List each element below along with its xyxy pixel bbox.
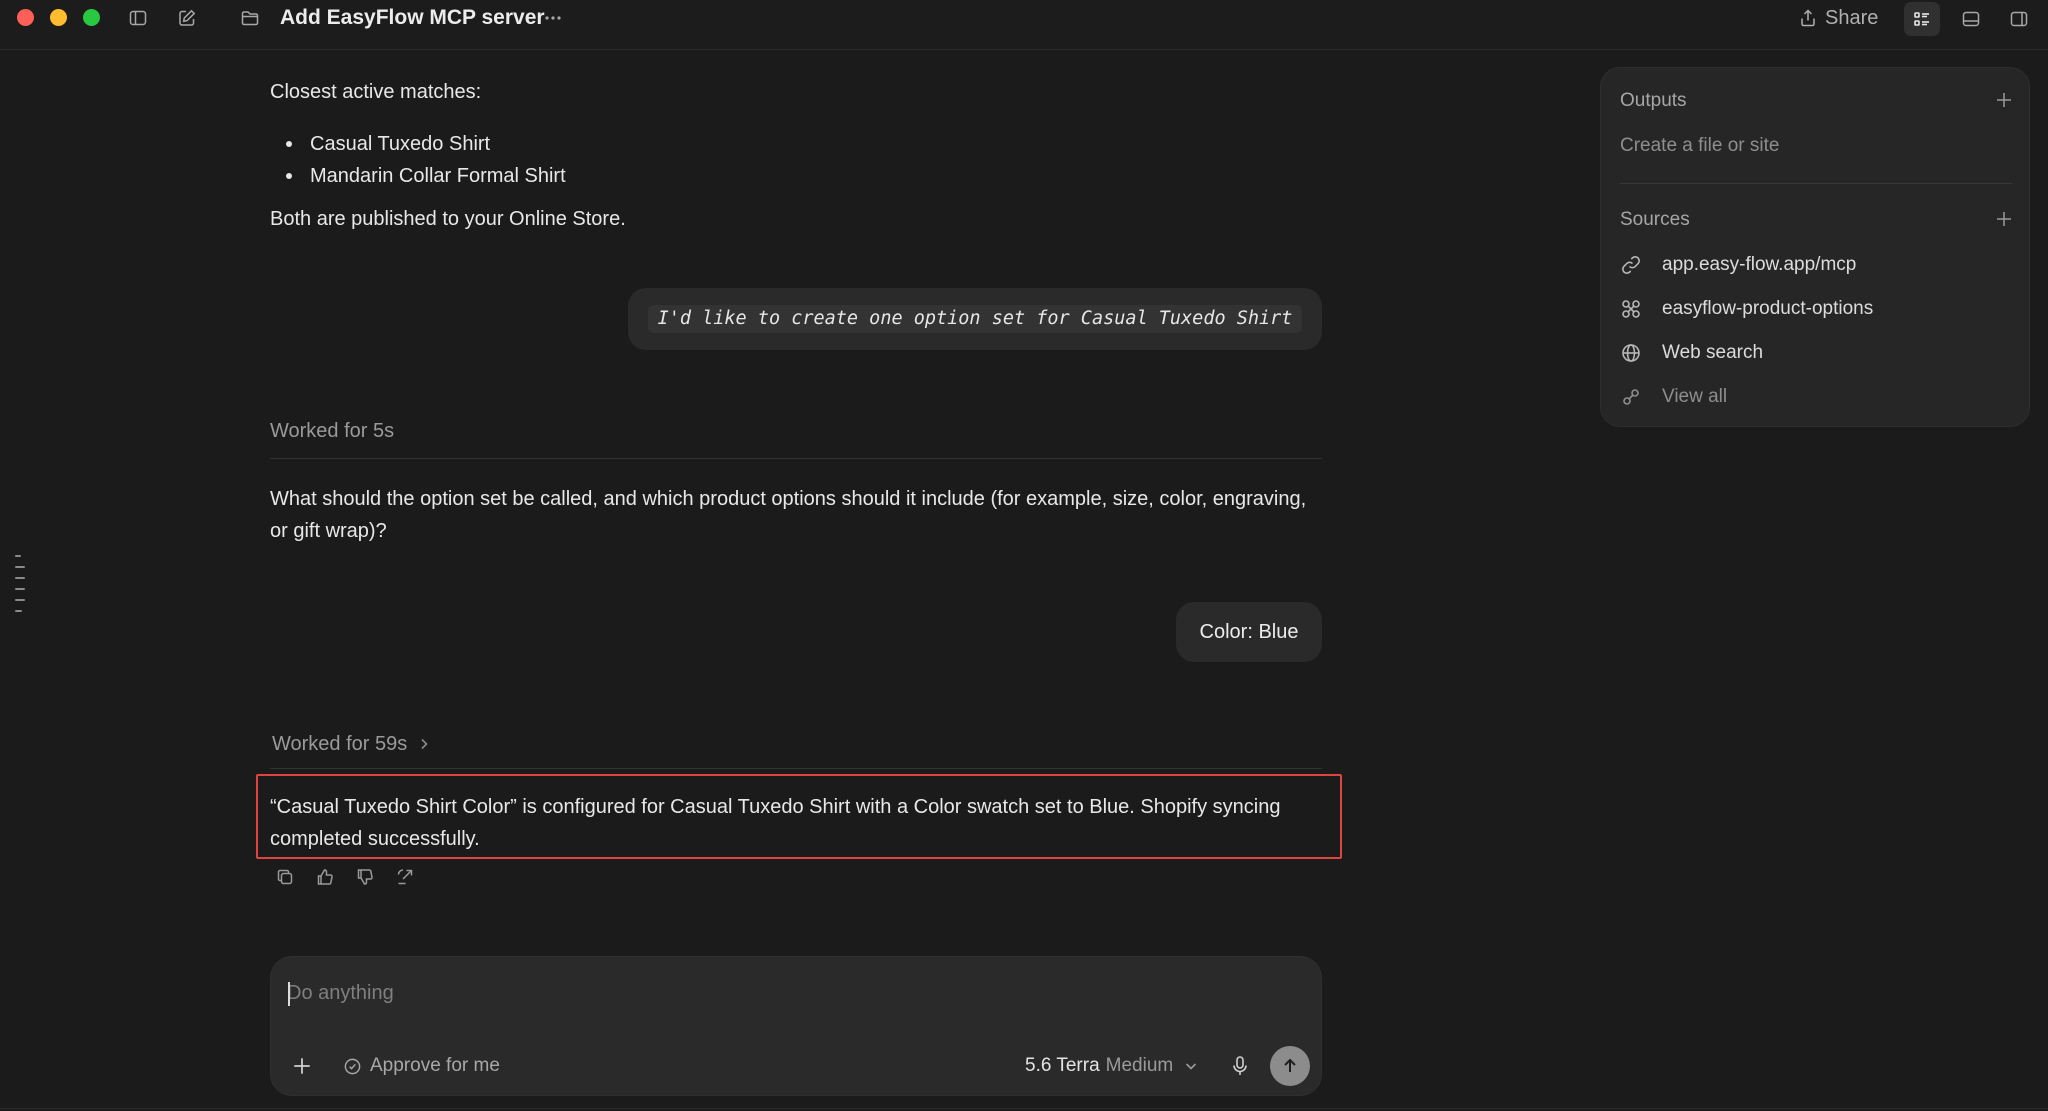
outline-panel-icon[interactable] (1904, 2, 1940, 36)
divider (1620, 183, 2012, 184)
microphone-icon (1233, 1056, 1247, 1075)
context-panel: Outputs Create a file or site Sources ap… (1600, 67, 2030, 427)
microphone-button[interactable] (1227, 1053, 1253, 1079)
thumbs-down-icon[interactable] (354, 866, 376, 888)
plus-icon (1997, 212, 2011, 226)
user-message: Color: Blue (1176, 602, 1322, 662)
divider (0, 1108, 2048, 1109)
model-selector[interactable]: 5.6 Terra Medium (1025, 1053, 1199, 1079)
bottom-panel-icon[interactable] (1953, 2, 1989, 36)
view-all-sources[interactable]: View all (1620, 384, 1727, 410)
user-message-text: I'd like to create one option set for Ca… (647, 305, 1303, 333)
sidebar-toggle-icon[interactable] (126, 6, 150, 30)
model-level: Medium (1105, 1055, 1174, 1076)
worked-duration-toggle[interactable]: Worked for 59s (272, 731, 431, 757)
source-label: app.easy-flow.app/mcp (1662, 254, 1857, 275)
assistant-answer: “Casual Tuxedo Shirt Color” is configure… (270, 796, 1281, 850)
chevron-down-icon (1186, 1063, 1197, 1070)
add-output-button[interactable] (1993, 89, 2015, 111)
source-item-product-options[interactable]: easyflow-product-options (1620, 296, 1873, 322)
share-icon (1801, 9, 1815, 27)
share-branch-icon[interactable] (394, 866, 416, 888)
assistant-text: Closest active matches: (270, 81, 482, 103)
globe-icon (1622, 344, 1640, 362)
approve-for-me-toggle[interactable]: Approve for me (343, 1053, 500, 1079)
folder-icon (238, 6, 262, 30)
title-bar: Add EasyFlow MCP server Share (0, 0, 2048, 50)
approve-label: Approve for me (370, 1055, 500, 1076)
prompt-input[interactable] (287, 977, 1267, 1009)
text-cursor (288, 982, 290, 1006)
plus-icon (1997, 93, 2011, 107)
source-item-web-search[interactable]: Web search (1620, 340, 1763, 366)
scroll-timeline[interactable] (15, 555, 25, 621)
list-item: Casual Tuxedo Shirt (286, 128, 566, 160)
copy-icon[interactable] (274, 866, 296, 888)
window-minimize-button[interactable] (50, 9, 67, 26)
source-label: easyflow-product-options (1662, 298, 1874, 319)
add-source-button[interactable] (1993, 208, 2015, 230)
link-icon (1622, 256, 1640, 274)
source-label: View all (1662, 386, 1728, 407)
message-actions (274, 866, 416, 888)
send-button[interactable] (1270, 1046, 1310, 1086)
share-label: Share (1825, 6, 1879, 29)
more-options-icon[interactable] (541, 6, 565, 30)
window-title: Add EasyFlow MCP server (280, 6, 545, 29)
shield-icon (344, 1058, 361, 1074)
assistant-question: What should the option set be called, an… (270, 488, 1307, 542)
outputs-title: Outputs (1620, 90, 1687, 111)
assistant-text: Both are published to your Online Store. (270, 208, 626, 230)
right-panel-icon[interactable] (2001, 2, 2037, 36)
source-label: Web search (1662, 342, 1764, 363)
window-maximize-button[interactable] (83, 9, 100, 26)
model-name: 5.6 Terra (1025, 1055, 1100, 1076)
worked-duration: Worked for 5s (270, 420, 395, 442)
composer: Approve for me 5.6 Terra Medium (270, 956, 1322, 1096)
new-chat-icon[interactable] (175, 6, 199, 30)
worked-duration-label: Worked for 59s (272, 733, 408, 755)
match-list: Casual Tuxedo Shirt Mandarin Collar Form… (286, 128, 566, 192)
sources-title: Sources (1620, 209, 1690, 230)
divider (270, 458, 1322, 459)
arrow-up-icon (1284, 1058, 1296, 1072)
sources-icon (1623, 389, 1639, 405)
source-item-mcp[interactable]: app.easy-flow.app/mcp (1620, 252, 1856, 278)
window-close-button[interactable] (17, 9, 34, 26)
chevron-right-icon (421, 738, 428, 750)
thumbs-up-icon[interactable] (314, 866, 336, 888)
share-button[interactable]: Share (1798, 4, 1878, 32)
command-icon (1622, 300, 1640, 318)
plus-icon (294, 1058, 310, 1074)
user-message-text: Color: Blue (1199, 620, 1299, 643)
list-item: Mandarin Collar Formal Shirt (286, 160, 566, 192)
user-message: I'd like to create one option set for Ca… (628, 288, 1322, 350)
divider (270, 768, 1322, 769)
app-window: Add EasyFlow MCP server Share Closest ac… (0, 0, 2048, 1111)
create-file-link[interactable]: Create a file or site (1620, 135, 1779, 157)
add-attachment-button[interactable] (289, 1053, 315, 1079)
